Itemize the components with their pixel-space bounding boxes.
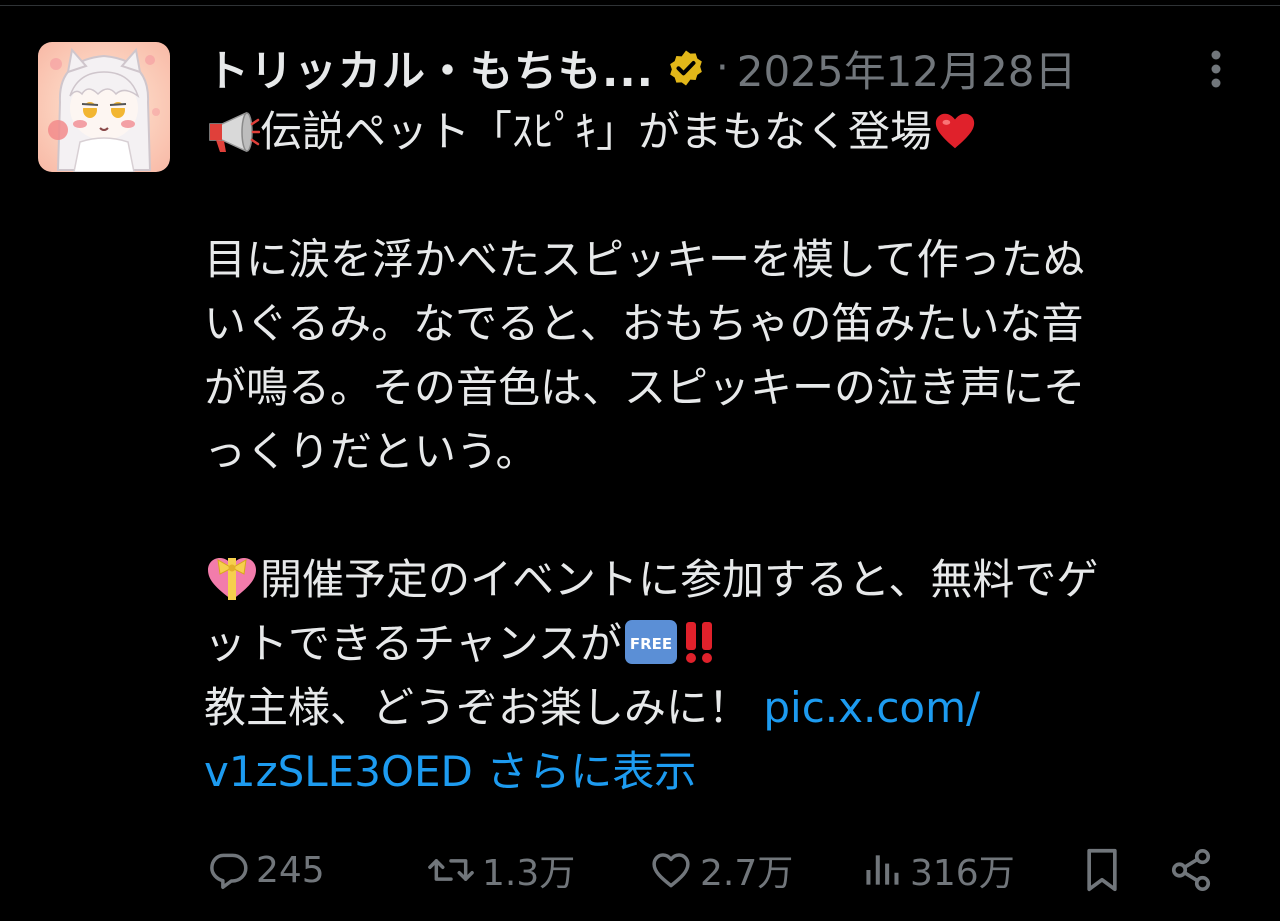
body-line-3: いぐるみ。なでると、おもちゃの笛みたいな音 — [204, 299, 1084, 348]
action-bar: 245 1.3万 2.7万 316万 — [204, 840, 1234, 900]
like-icon — [652, 853, 690, 888]
tweet[interactable]: トリッカル・もちも... · 2025年12月28日 伝説ペット「ｽﾋﾟｷ」がま… — [0, 0, 1280, 921]
body-line-6: 開催予定のイベントに参加すると、無料でゲ — [204, 548, 1234, 612]
tweet-header: トリッカル・もちも... · 2025年12月28日 — [206, 37, 1266, 99]
bookmark-icon — [1087, 848, 1117, 892]
body-line-7-text: ットできるチャンスが — [204, 619, 622, 668]
body-line-7: ットできるチャンスが FREE — [204, 612, 1234, 676]
reply-icon — [210, 853, 248, 889]
double-exclamation-icon — [680, 618, 720, 684]
body-line-2: 目に涙を浮かべたスピッキーを模して作ったぬ — [204, 235, 1085, 284]
repost-button[interactable]: 1.3万 — [426, 840, 575, 900]
share-button[interactable] — [1168, 840, 1214, 900]
red-heart-icon — [932, 108, 978, 172]
avatar-illustration — [38, 42, 170, 172]
views-count: 316万 — [910, 853, 1015, 894]
more-icon — [1211, 50, 1221, 88]
views-icon — [866, 855, 899, 885]
repost-count: 1.3万 — [482, 853, 576, 894]
share-icon — [1171, 849, 1211, 891]
free-badge-text: FREE — [630, 635, 672, 653]
bookmark-button[interactable] — [1080, 840, 1124, 900]
body-line-1: 伝説ペット「ｽﾋﾟｷ」がまもなく登場 — [204, 100, 1234, 164]
timestamp[interactable]: 2025年12月28日 — [737, 38, 1077, 99]
display-name[interactable]: トリッカル・もちも... — [206, 37, 654, 99]
like-count: 2.7万 — [700, 853, 794, 894]
body-line-6-text: 開催予定のイベントに参加すると、無料でゲ — [260, 555, 1099, 604]
views-button[interactable]: 316万 — [860, 840, 1015, 900]
megaphone-icon — [204, 108, 261, 172]
repost-icon — [428, 859, 474, 881]
heart-ribbon-icon — [204, 556, 260, 620]
body-line-8-text: 教主様、どうぞお楽しみに！ — [204, 683, 764, 732]
top-divider — [0, 0, 1280, 6]
verified-badge-icon[interactable] — [666, 48, 706, 88]
show-more-link[interactable]: さらに表示 — [486, 747, 696, 796]
body-line-1-text: 伝説ペット「ｽﾋﾟｷ」がまもなく登場 — [260, 107, 933, 156]
media-link-part2[interactable]: v1zSLE3OED — [204, 747, 473, 796]
body-line-5: っくりだという。 — [204, 427, 538, 476]
like-button[interactable]: 2.7万 — [648, 840, 793, 900]
more-button[interactable] — [1196, 44, 1236, 94]
body-line-9: v1zSLE3OED さらに表示 — [204, 740, 1234, 804]
reply-count: 245 — [256, 849, 325, 891]
free-badge-icon: FREE — [622, 618, 680, 684]
body-line-8: 教主様、どうぞお楽しみに！ pic.x.com/ — [204, 676, 1234, 740]
avatar[interactable] — [38, 42, 170, 172]
reply-button[interactable]: 245 — [206, 840, 325, 900]
body-line-4: が鳴る。その音色は、スピッキーの泣き声にそ — [204, 363, 1086, 412]
separator-dot: · — [716, 45, 729, 91]
media-link-part1[interactable]: pic.x.com/ — [763, 683, 980, 732]
tweet-body: 伝説ペット「ｽﾋﾟｷ」がまもなく登場 目に涙を浮かべたスピッキーを模して作ったぬ… — [204, 100, 1234, 804]
